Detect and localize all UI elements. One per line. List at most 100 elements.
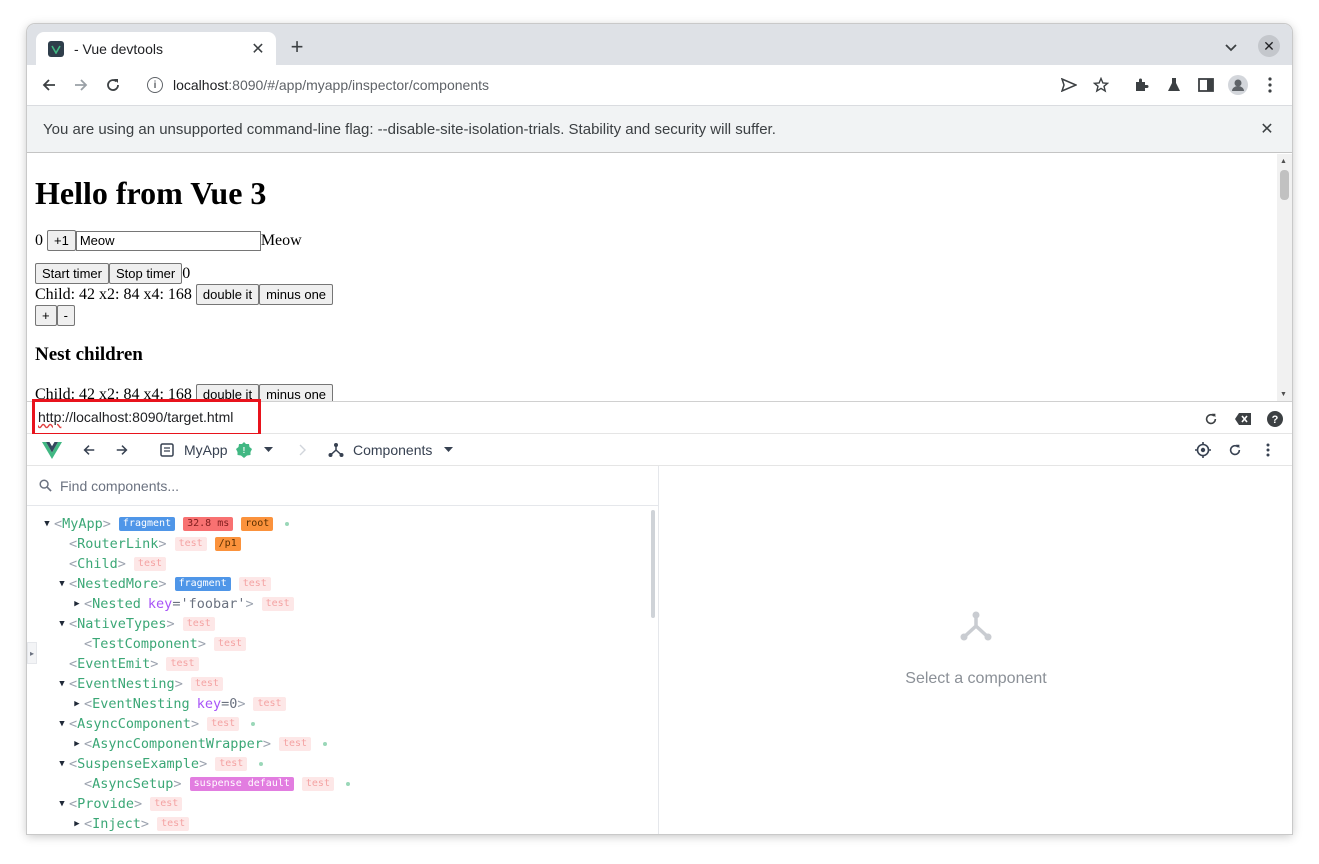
address-url: localhost:8090/#/app/myapp/inspector/com… bbox=[173, 77, 489, 93]
plus-minus-row: + - bbox=[35, 305, 1265, 326]
test-badge: test bbox=[190, 677, 223, 691]
scroll-down-arrow-icon[interactable]: ▼ bbox=[1280, 390, 1287, 398]
collapse-arrow-icon[interactable]: ▼ bbox=[40, 519, 54, 529]
browser-tab[interactable]: - Vue devtools ✕ bbox=[36, 32, 276, 65]
tree-row[interactable]: <TestComponent> test bbox=[27, 634, 651, 654]
collapse-handle-icon[interactable]: ▸ bbox=[27, 642, 37, 664]
tree-row[interactable]: ▶ <Inject> test bbox=[27, 814, 651, 834]
collapse-arrow-icon[interactable]: ▼ bbox=[55, 679, 69, 689]
clear-backspace-icon[interactable] bbox=[1234, 410, 1252, 428]
expand-arrow-icon[interactable]: ▶ bbox=[70, 599, 84, 609]
target-url-highlight bbox=[32, 399, 261, 436]
breadcrumb-chevron-icon bbox=[299, 434, 307, 466]
page-scrollbar[interactable]: ▲ ▼ bbox=[1277, 154, 1292, 401]
refresh-tree-icon[interactable] bbox=[1228, 434, 1242, 466]
meow-input[interactable] bbox=[75, 230, 261, 251]
component-name: <AsyncComponent> bbox=[69, 716, 200, 732]
vue-app-page: Hello from Vue 3 0 +1 Meow Start timer S… bbox=[35, 154, 1265, 401]
plus-button[interactable]: + bbox=[35, 305, 57, 326]
address-bar[interactable]: i localhost:8090/#/app/myapp/inspector/c… bbox=[135, 69, 1100, 101]
components-tree-icon bbox=[328, 443, 344, 457]
collapse-arrow-icon[interactable]: ▼ bbox=[55, 799, 69, 809]
unsupported-flag-infobar: You are using an unsupported command-lin… bbox=[27, 105, 1292, 153]
tree-row[interactable]: ▼ <NativeTypes> test bbox=[27, 614, 651, 634]
minus-button[interactable]: - bbox=[56, 305, 75, 326]
tree-row[interactable]: ▼ <NestedMore> fragment test bbox=[27, 574, 651, 594]
test-badge: test bbox=[166, 657, 199, 671]
tree-row[interactable]: ▶ <Nested key='foobar'> test bbox=[27, 594, 651, 614]
scroll-up-arrow-icon[interactable]: ▲ bbox=[1280, 157, 1287, 165]
devtools-forward-icon[interactable] bbox=[115, 434, 129, 466]
app-dropdown-icon[interactable] bbox=[263, 447, 273, 453]
expand-arrow-icon[interactable]: ▶ bbox=[70, 699, 84, 709]
bookmark-star-icon[interactable] bbox=[1089, 73, 1113, 97]
status-dot bbox=[345, 782, 350, 786]
help-icon[interactable]: ? bbox=[1266, 410, 1284, 428]
tree-row[interactable]: ▼ <AsyncComponent> test bbox=[27, 714, 651, 734]
extensions-puzzle-icon[interactable] bbox=[1129, 73, 1153, 97]
start-timer-button[interactable]: Start timer bbox=[35, 263, 109, 284]
stop-timer-button[interactable]: Stop timer bbox=[108, 263, 183, 284]
tree-row[interactable]: ▶ <AsyncComponentWrapper> test bbox=[27, 734, 651, 754]
refresh-target-icon[interactable] bbox=[1202, 410, 1220, 428]
back-arrow-icon[interactable] bbox=[37, 73, 61, 97]
tree-row[interactable]: <EventEmit> test bbox=[27, 654, 651, 674]
tree-row[interactable]: ▶ <EventNesting key=0> test bbox=[27, 694, 651, 714]
status-dot bbox=[285, 522, 290, 526]
select-component-crosshair-icon[interactable] bbox=[1195, 434, 1211, 466]
window-close-button[interactable]: ✕ bbox=[1258, 35, 1280, 57]
collapse-arrow-icon[interactable]: ▼ bbox=[55, 579, 69, 589]
section-selector[interactable]: Components bbox=[328, 434, 454, 466]
test-badge: test bbox=[182, 617, 215, 631]
reload-icon[interactable] bbox=[101, 73, 125, 97]
tree-row[interactable]: <RouterLink> test/p1 bbox=[27, 534, 651, 554]
component-name: <Child> bbox=[69, 556, 126, 572]
tree-row[interactable]: <AsyncSetup> suspense default test bbox=[27, 774, 651, 794]
site-info-icon[interactable]: i bbox=[147, 77, 163, 93]
search-icon bbox=[39, 479, 52, 492]
component-name: <NestedMore> bbox=[69, 576, 167, 592]
tree-row[interactable]: ▼ <MyApp> fragment 32.8 ms root bbox=[27, 514, 651, 534]
side-panel-icon[interactable] bbox=[1194, 73, 1218, 97]
app-selector[interactable]: MyApp ! bbox=[160, 434, 273, 466]
nest-children-heading: Nest children bbox=[35, 344, 143, 365]
component-search[interactable]: Find components... bbox=[27, 466, 658, 506]
expand-arrow-icon[interactable]: ▶ bbox=[70, 819, 84, 829]
fragment-badge: fragment bbox=[118, 517, 176, 531]
search-input[interactable]: Find components... bbox=[60, 478, 179, 494]
devtools-back-icon[interactable] bbox=[82, 434, 96, 466]
minus-one-button-2[interactable]: minus one bbox=[259, 384, 334, 401]
forward-arrow-icon[interactable] bbox=[69, 73, 93, 97]
minus-one-button[interactable]: minus one bbox=[259, 284, 334, 305]
collapse-arrow-icon[interactable]: ▼ bbox=[55, 759, 69, 769]
new-tab-button[interactable]: + bbox=[285, 34, 309, 59]
profile-avatar-icon[interactable] bbox=[1226, 73, 1250, 97]
browser-menu-icon[interactable] bbox=[1258, 73, 1282, 97]
plus-one-button[interactable]: +1 bbox=[47, 230, 76, 251]
send-icon[interactable] bbox=[1057, 73, 1081, 97]
infobar-close-icon[interactable]: ✕ bbox=[1258, 120, 1276, 138]
app-icon bbox=[160, 443, 174, 457]
expand-arrow-icon[interactable]: ▶ bbox=[70, 739, 84, 749]
component-name: <TestComponent> bbox=[84, 636, 206, 652]
section-dropdown-icon[interactable] bbox=[444, 447, 454, 453]
component-name: <MyApp> bbox=[54, 516, 111, 532]
tree-row[interactable]: ▼ <Provide> test bbox=[27, 794, 651, 814]
tab-search-chevron-icon[interactable] bbox=[1219, 36, 1243, 60]
labs-flask-icon[interactable] bbox=[1162, 73, 1186, 97]
tree-row[interactable]: ▼ <SuspenseExample> test bbox=[27, 754, 651, 774]
tree-scrollbar-thumb[interactable] bbox=[651, 510, 655, 618]
collapse-arrow-icon[interactable]: ▼ bbox=[55, 719, 69, 729]
collapse-arrow-icon[interactable]: ▼ bbox=[55, 619, 69, 629]
tree-row[interactable]: ▼ <EventNesting> test bbox=[27, 674, 651, 694]
page-scrollbar-thumb[interactable] bbox=[1280, 170, 1289, 200]
component-name: <Inject> bbox=[84, 816, 150, 832]
select-component-message: Select a component bbox=[905, 670, 1047, 687]
tree-row[interactable]: <Child> test bbox=[27, 554, 651, 574]
ms-badge: 32.8 ms bbox=[183, 517, 234, 531]
tab-strip: - Vue devtools ✕ + ✕ bbox=[27, 24, 1292, 65]
devtools-more-menu-icon[interactable] bbox=[1266, 434, 1270, 466]
echo-text: Meow bbox=[260, 232, 302, 249]
double-it-button[interactable]: double it bbox=[195, 284, 260, 305]
tab-close-icon[interactable]: ✕ bbox=[248, 39, 268, 59]
